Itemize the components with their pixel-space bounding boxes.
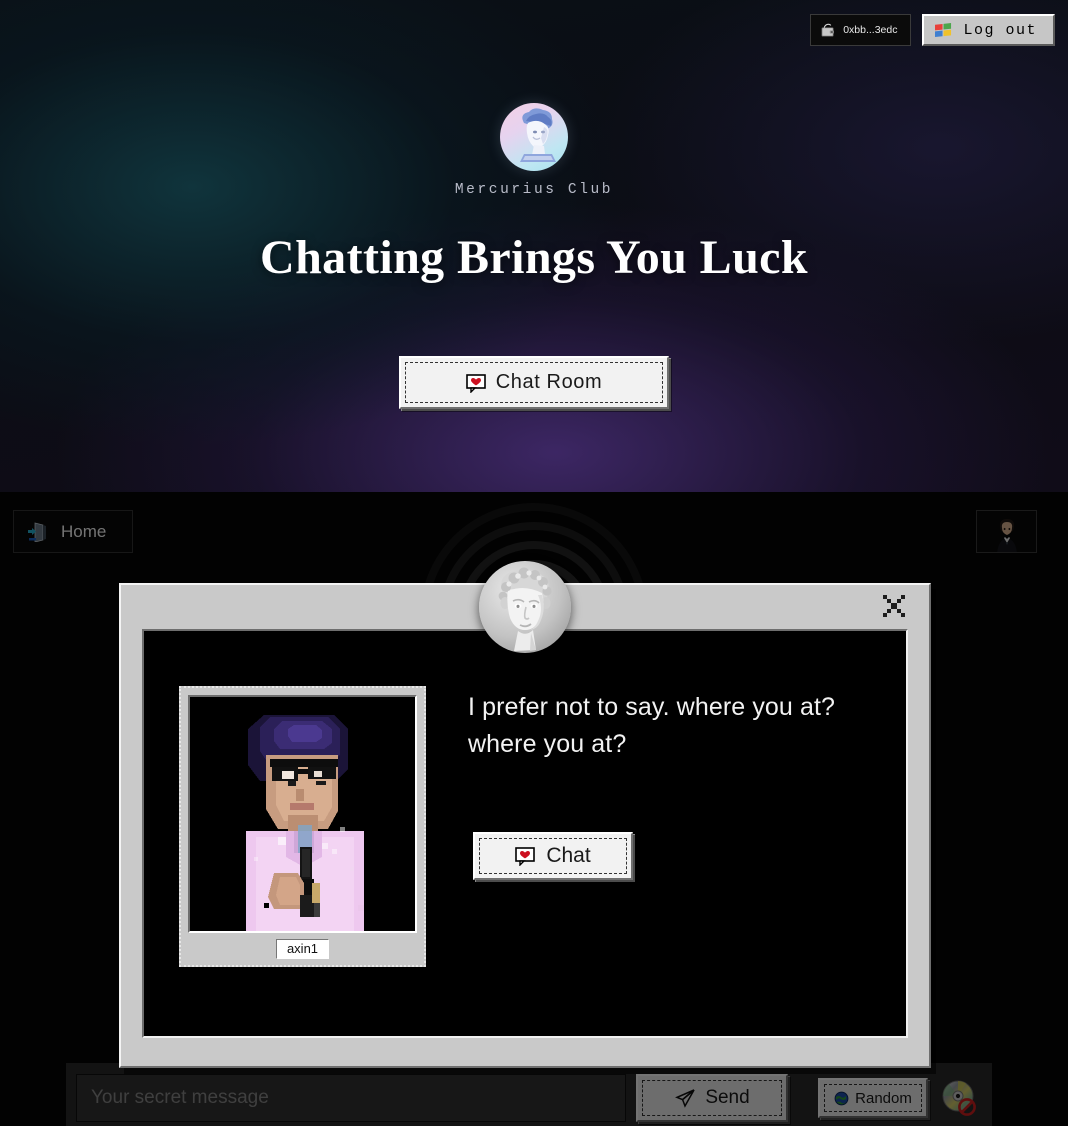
wallet-icon [821, 23, 836, 38]
heart-speech-bubble-icon [465, 373, 486, 393]
pixel-close-x-icon[interactable] [881, 593, 907, 619]
classical-bust-logo-icon [500, 103, 568, 171]
profile-modal: axin1 I prefer not to say. where you at?… [119, 561, 931, 1068]
heart-speech-bubble-icon [515, 846, 536, 866]
windows-flag-icon [934, 22, 953, 39]
hero-section: Mercurius Club Chatting Brings You Luck … [0, 0, 1068, 492]
club-name: Mercurius Club [454, 182, 614, 198]
top-bar: 0xbb...3edc Log out [810, 14, 1055, 46]
classical-bust-avatar-icon [479, 561, 571, 653]
logout-button-label: Log out [963, 21, 1037, 39]
wallet-address-label: 0xbb...3edc [843, 24, 898, 36]
profile-card: axin1 [179, 686, 426, 967]
profile-username: axin1 [275, 939, 330, 959]
hero-content: Mercurius Club Chatting Brings You Luck … [0, 0, 1068, 409]
page-title: Chatting Brings You Luck [260, 231, 808, 284]
wallet-address-button[interactable]: 0xbb...3edc [810, 14, 912, 46]
pixelated-person-with-microphone-photo [188, 695, 417, 933]
chat-button-label: Chat [546, 844, 591, 867]
profile-name-bar: axin1 [188, 933, 417, 965]
profile-details: I prefer not to say. where you at? where… [468, 686, 906, 880]
chat-room-button-label: Chat Room [495, 371, 603, 393]
chat-room-button[interactable]: Chat Room [399, 356, 669, 409]
app-root: Mercurius Club Chatting Brings You Luck … [0, 0, 1068, 1126]
logout-button[interactable]: Log out [922, 14, 1055, 46]
modal-body: axin1 I prefer not to say. where you at?… [142, 629, 908, 1038]
chat-room-section: Home [0, 492, 1068, 1126]
chat-button[interactable]: Chat [473, 832, 633, 880]
profile-bio: I prefer not to say. where you at? where… [468, 693, 836, 758]
